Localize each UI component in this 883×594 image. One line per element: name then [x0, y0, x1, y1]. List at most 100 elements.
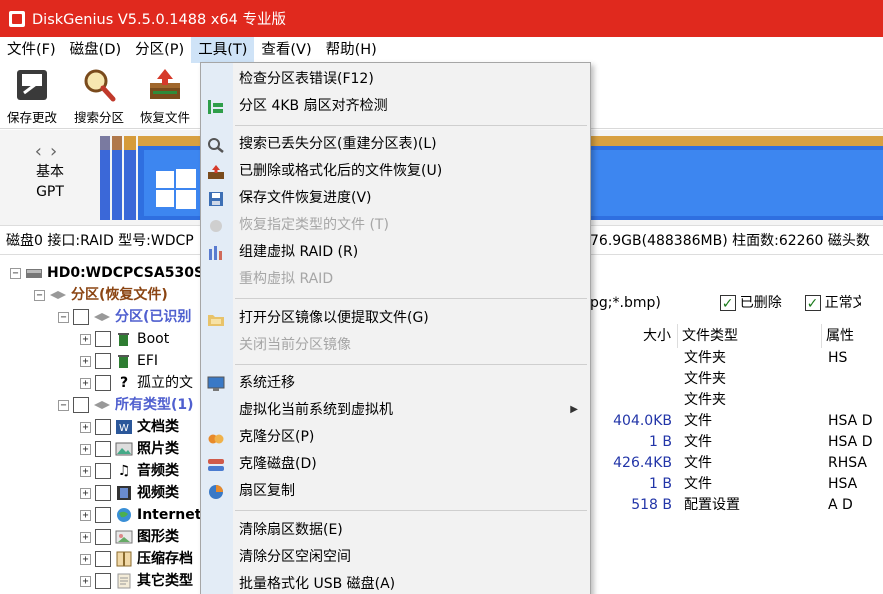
menu-item-save-recovery-progress[interactable]: 保存文件恢复进度(V): [201, 185, 590, 211]
tree-row-audio[interactable]: + ♫ 音频类: [80, 460, 179, 482]
checkbox[interactable]: [95, 551, 111, 567]
tree-row-partition-identified[interactable]: − 分区(已识别: [58, 306, 191, 328]
menu-item-batch-format-usb[interactable]: 批量格式化 USB 磁盘(A): [201, 571, 590, 594]
magnifier-icon: [207, 136, 225, 153]
tree-label-video: 视频类: [137, 485, 179, 501]
checkbox[interactable]: [95, 441, 111, 457]
menu-disk[interactable]: 磁盘(D): [63, 37, 128, 63]
checkbox[interactable]: [95, 353, 111, 369]
checkbox[interactable]: [95, 331, 111, 347]
expand-icon[interactable]: +: [80, 443, 91, 455]
normal-files-checkbox[interactable]: [804, 293, 821, 315]
film-icon: [115, 485, 133, 501]
menu-file[interactable]: 文件(F): [0, 37, 63, 63]
menu-item-clone-partition[interactable]: 克隆分区(P): [201, 424, 590, 450]
menu-partition[interactable]: 分区(P): [128, 37, 191, 63]
expand-icon[interactable]: +: [80, 421, 91, 433]
tree-row-documents[interactable]: + W 文档类: [80, 416, 179, 438]
file-list-panel: pg;*.bmp) 已删除 正常文件 大小 文件类型 属性 文件夹 HS 文件夹…: [590, 256, 883, 594]
tree-row-disk[interactable]: − HD0:WDCPCSA530S: [10, 262, 204, 284]
menu-item-sector-copy[interactable]: 扇区复制: [201, 478, 590, 504]
tree-row-video[interactable]: + 视频类: [80, 482, 179, 504]
cell-attributes: HSA D: [828, 413, 873, 429]
menu-view[interactable]: 查看(V): [254, 37, 318, 63]
deleted-checkbox[interactable]: [719, 293, 736, 315]
menu-item-check-partition-table[interactable]: 检查分区表错误(F12): [201, 66, 590, 92]
menu-item-wipe-free-space[interactable]: 清除分区空闲空间: [201, 544, 590, 570]
checkbox[interactable]: [95, 463, 111, 479]
collapse-icon[interactable]: −: [58, 311, 69, 323]
expand-icon[interactable]: +: [80, 553, 91, 565]
checkbox[interactable]: [95, 573, 111, 589]
menu-item-virtualize-system[interactable]: 虚拟化当前系统到虚拟机 ▶: [201, 397, 590, 423]
checkbox[interactable]: [73, 397, 89, 413]
tree-row-partition-recover[interactable]: − 分区(恢复文件): [34, 284, 168, 306]
menu-item-build-virtual-raid[interactable]: 组建虚拟 RAID (R): [201, 239, 590, 265]
expand-icon[interactable]: +: [80, 377, 91, 389]
archive-icon: [115, 551, 133, 567]
menu-item-label: 组建虚拟 RAID (R): [239, 244, 359, 260]
cell-type: 文件: [684, 413, 712, 429]
floppy-icon: [207, 190, 225, 206]
collapse-icon[interactable]: −: [58, 399, 69, 411]
cell-size: 426.4KB: [613, 455, 672, 471]
menu-item-label: 克隆磁盘(D): [239, 456, 317, 472]
deleted-label: 已删除: [739, 295, 782, 311]
checkbox[interactable]: [95, 529, 111, 545]
search-partition-button[interactable]: 搜索分区: [68, 67, 130, 126]
expand-icon[interactable]: +: [80, 465, 91, 477]
file-filter-row: pg;*.bmp) 已删除 正常文件: [590, 292, 883, 315]
normal-files-label: 正常文件: [824, 295, 861, 311]
expand-icon[interactable]: +: [80, 575, 91, 587]
collapse-icon[interactable]: −: [34, 289, 45, 301]
menu-item-wipe-sectors[interactable]: 清除扇区数据(E): [201, 517, 590, 543]
checkbox[interactable]: [95, 485, 111, 501]
expand-icon[interactable]: +: [80, 487, 91, 499]
column-header-type[interactable]: 文件类型: [678, 324, 822, 348]
menu-help[interactable]: 帮助(H): [319, 37, 384, 63]
menu-item-clone-disk[interactable]: 克隆磁盘(D): [201, 451, 590, 477]
tree-row-efi[interactable]: + EFI: [80, 350, 158, 372]
tree-row-all-types[interactable]: − 所有类型(1): [58, 394, 194, 416]
recover-files-icon: [147, 67, 183, 103]
column-header-attributes[interactable]: 属性: [822, 324, 883, 348]
expand-icon[interactable]: +: [80, 531, 91, 543]
expand-icon[interactable]: +: [80, 509, 91, 521]
recover-files-button[interactable]: 恢复文件: [134, 67, 196, 126]
checkbox[interactable]: [95, 419, 111, 435]
checkbox[interactable]: [95, 375, 111, 391]
tree-row-orphan[interactable]: + ? 孤立的文: [80, 372, 193, 394]
column-header-size[interactable]: 大小: [590, 324, 678, 348]
globe-icon: [115, 507, 133, 523]
menu-item-label: 关闭当前分区镜像: [239, 337, 351, 353]
menu-item-close-partition-image: 关闭当前分区镜像: [201, 332, 590, 358]
tree-row-graphics[interactable]: + 图形类: [80, 526, 179, 548]
menu-item-search-lost-partitions[interactable]: 搜索已丢失分区(重建分区表)(L): [201, 131, 590, 157]
cell-size: 1 B: [649, 476, 672, 492]
tree-label-photos: 照片类: [137, 441, 179, 457]
tree-row-archives[interactable]: + 压缩存档: [80, 548, 193, 570]
menu-item-4kb-align-check[interactable]: 分区 4KB 扇区对齐检测: [201, 93, 590, 119]
menu-tools[interactable]: 工具(T): [191, 37, 255, 63]
expand-icon[interactable]: +: [80, 333, 91, 345]
filetype-icon: [207, 217, 225, 233]
menu-item-open-partition-image[interactable]: 打开分区镜像以便提取文件(G): [201, 305, 590, 331]
menu-item-recover-deleted-files[interactable]: 已删除或格式化后的文件恢复(U): [201, 158, 590, 184]
cell-attributes: A D: [828, 497, 853, 513]
menu-item-system-migration[interactable]: 系统迁移: [201, 370, 590, 396]
tree-row-boot[interactable]: + Boot: [80, 328, 169, 350]
cell-size: 1 B: [649, 434, 672, 450]
menu-item-label: 打开分区镜像以便提取文件(G): [239, 310, 429, 326]
save-changes-button[interactable]: 保存更改: [1, 67, 63, 126]
checkbox[interactable]: [95, 507, 111, 523]
tree-label-disk: HD0:WDCPCSA530S: [47, 265, 205, 281]
recover-icon: [207, 163, 225, 179]
photo-icon: [115, 441, 133, 457]
checkbox[interactable]: [73, 309, 89, 325]
expand-icon[interactable]: +: [80, 355, 91, 367]
tree-row-internet[interactable]: + Internet: [80, 504, 201, 526]
tree-row-photos[interactable]: + 照片类: [80, 438, 179, 460]
collapse-icon[interactable]: −: [10, 267, 21, 279]
tree-row-others[interactable]: + 其它类型: [80, 570, 193, 592]
disk-nav-arrows[interactable]: ‹›: [22, 142, 78, 162]
